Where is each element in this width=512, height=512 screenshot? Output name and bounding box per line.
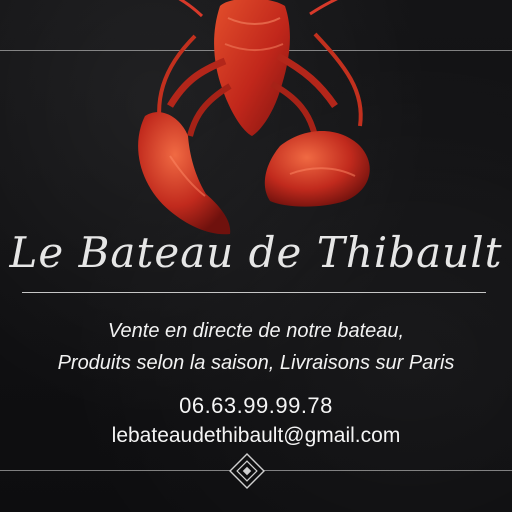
email-address[interactable]: lebateaudethibault@gmail.com [0,424,512,448]
lobster-illustration [138,0,370,235]
business-name: Le Bateau de Thibault [9,228,503,277]
business-card: Le Bateau de Thibault Vente en directe d… [0,0,512,512]
phone-number[interactable]: 06.63.99.99.78 [0,393,512,419]
diamond-ornament-icon [229,453,265,489]
title-underline [22,292,486,293]
tagline-line-2: Produits selon la saison, Livraisons sur… [57,352,455,374]
tagline-line-1: Vente en directe de notre bateau, [107,320,405,342]
